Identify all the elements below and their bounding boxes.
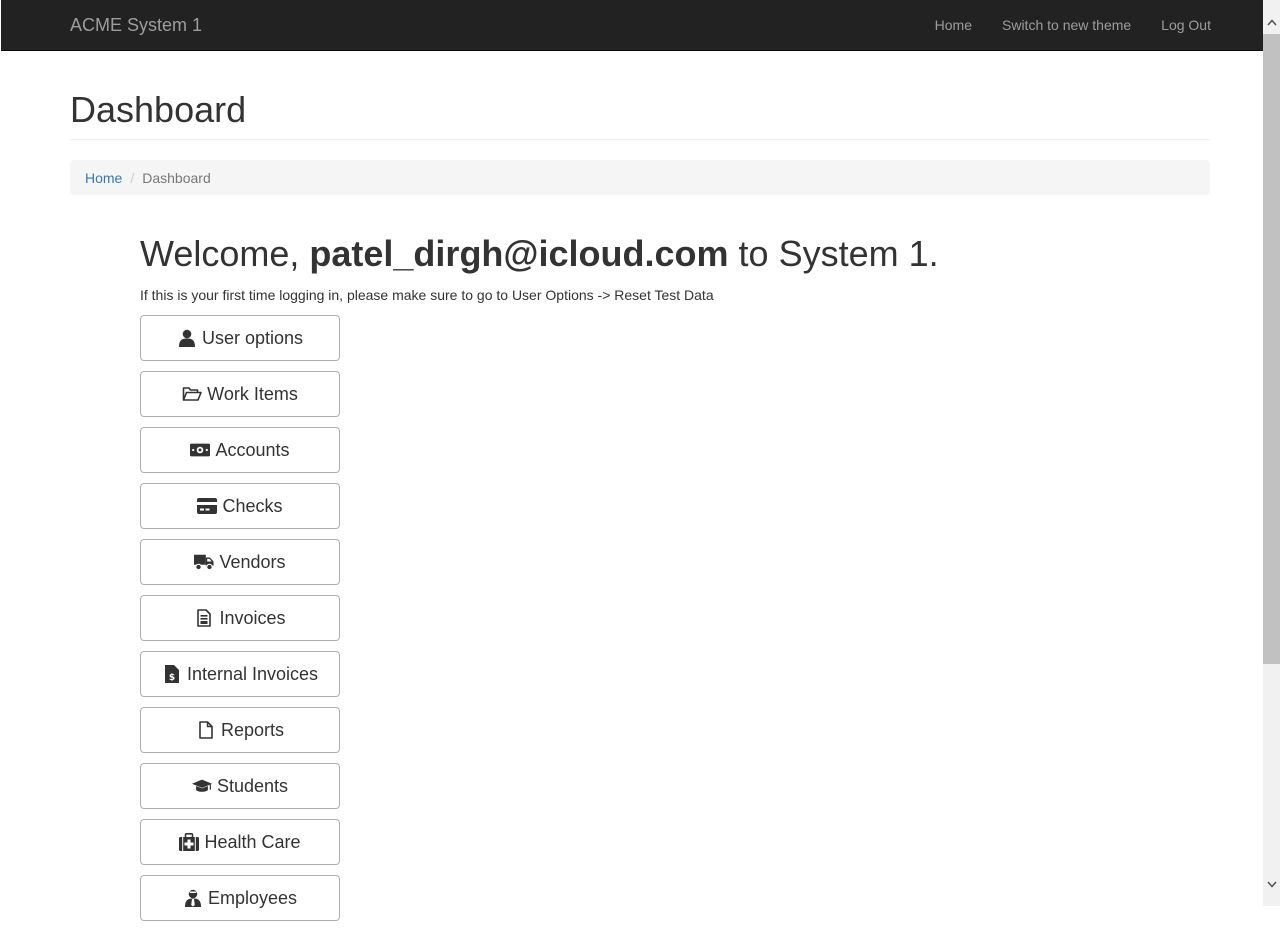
reports-button[interactable]: Reports (140, 707, 340, 753)
button-label: Internal Invoices (186, 663, 319, 684)
students-button[interactable]: Students (140, 763, 340, 809)
nav-links: Home Switch to new theme Log Out (920, 0, 1211, 50)
scroll-down-arrow-icon[interactable] (1263, 876, 1280, 893)
button-label: Checks (222, 495, 283, 516)
button-label: Invoices (219, 607, 286, 628)
invoice-icon (194, 609, 214, 627)
breadcrumb-home-link[interactable]: Home (85, 170, 122, 186)
user-icon (177, 329, 197, 347)
svg-text:$: $ (169, 673, 175, 683)
nav-logout-link[interactable]: Log Out (1146, 0, 1211, 50)
dashboard-menu: User options Work Items Accounts Checks … (140, 315, 340, 931)
accounts-button[interactable]: Accounts (140, 427, 340, 473)
top-navbar: ACME System 1 Home Switch to new theme L… (1, 0, 1264, 51)
file-dollar-icon: $ (162, 665, 182, 683)
graduation-cap-icon (191, 777, 212, 795)
health-care-button[interactable]: Health Care (140, 819, 340, 865)
file-icon (196, 721, 216, 739)
scrollbar-thumb[interactable] (1263, 34, 1280, 664)
breadcrumb-current: Dashboard (142, 169, 211, 186)
breadcrumb-separator: / (130, 169, 135, 186)
folder-open-icon (182, 385, 202, 403)
breadcrumb: Home / Dashboard (70, 160, 1210, 195)
medkit-icon (179, 833, 200, 851)
button-label: Work Items (207, 383, 298, 404)
button-label: Reports (220, 719, 285, 740)
invoices-button[interactable]: Invoices (140, 595, 340, 641)
welcome-heading: Welcome, patel_dirgh@icloud.com to Syste… (140, 232, 939, 276)
nav-home-link[interactable]: Home (920, 0, 987, 50)
work-items-button[interactable]: Work Items (140, 371, 340, 417)
button-label: User options (201, 327, 304, 348)
page-title: Dashboard (70, 89, 247, 130)
welcome-suffix: to System 1. (728, 233, 939, 274)
button-label: Employees (207, 887, 298, 908)
truck-icon (194, 553, 215, 571)
vendors-button[interactable]: Vendors (140, 539, 340, 585)
money-icon (190, 441, 211, 459)
button-label: Health Care (204, 831, 301, 852)
welcome-prefix: Welcome, (140, 233, 310, 274)
button-label: Accounts (215, 439, 290, 460)
title-divider (70, 139, 1210, 140)
credit-card-icon (197, 497, 218, 515)
welcome-user-email: patel_dirgh@icloud.com (309, 233, 729, 274)
checks-button[interactable]: Checks (140, 483, 340, 529)
button-label: Vendors (219, 551, 286, 572)
nav-switch-theme-link[interactable]: Switch to new theme (987, 0, 1146, 50)
scroll-up-arrow-icon[interactable] (1263, 14, 1280, 31)
button-label: Students (216, 775, 289, 796)
employees-button[interactable]: Employees (140, 875, 340, 921)
user-options-button[interactable]: User options (140, 315, 340, 361)
first-login-notice: If this is your first time logging in, p… (140, 287, 714, 303)
internal-invoices-button[interactable]: $ Internal Invoices (140, 651, 340, 697)
user-tie-icon (183, 889, 203, 907)
brand-logo[interactable]: ACME System 1 (70, 15, 202, 35)
